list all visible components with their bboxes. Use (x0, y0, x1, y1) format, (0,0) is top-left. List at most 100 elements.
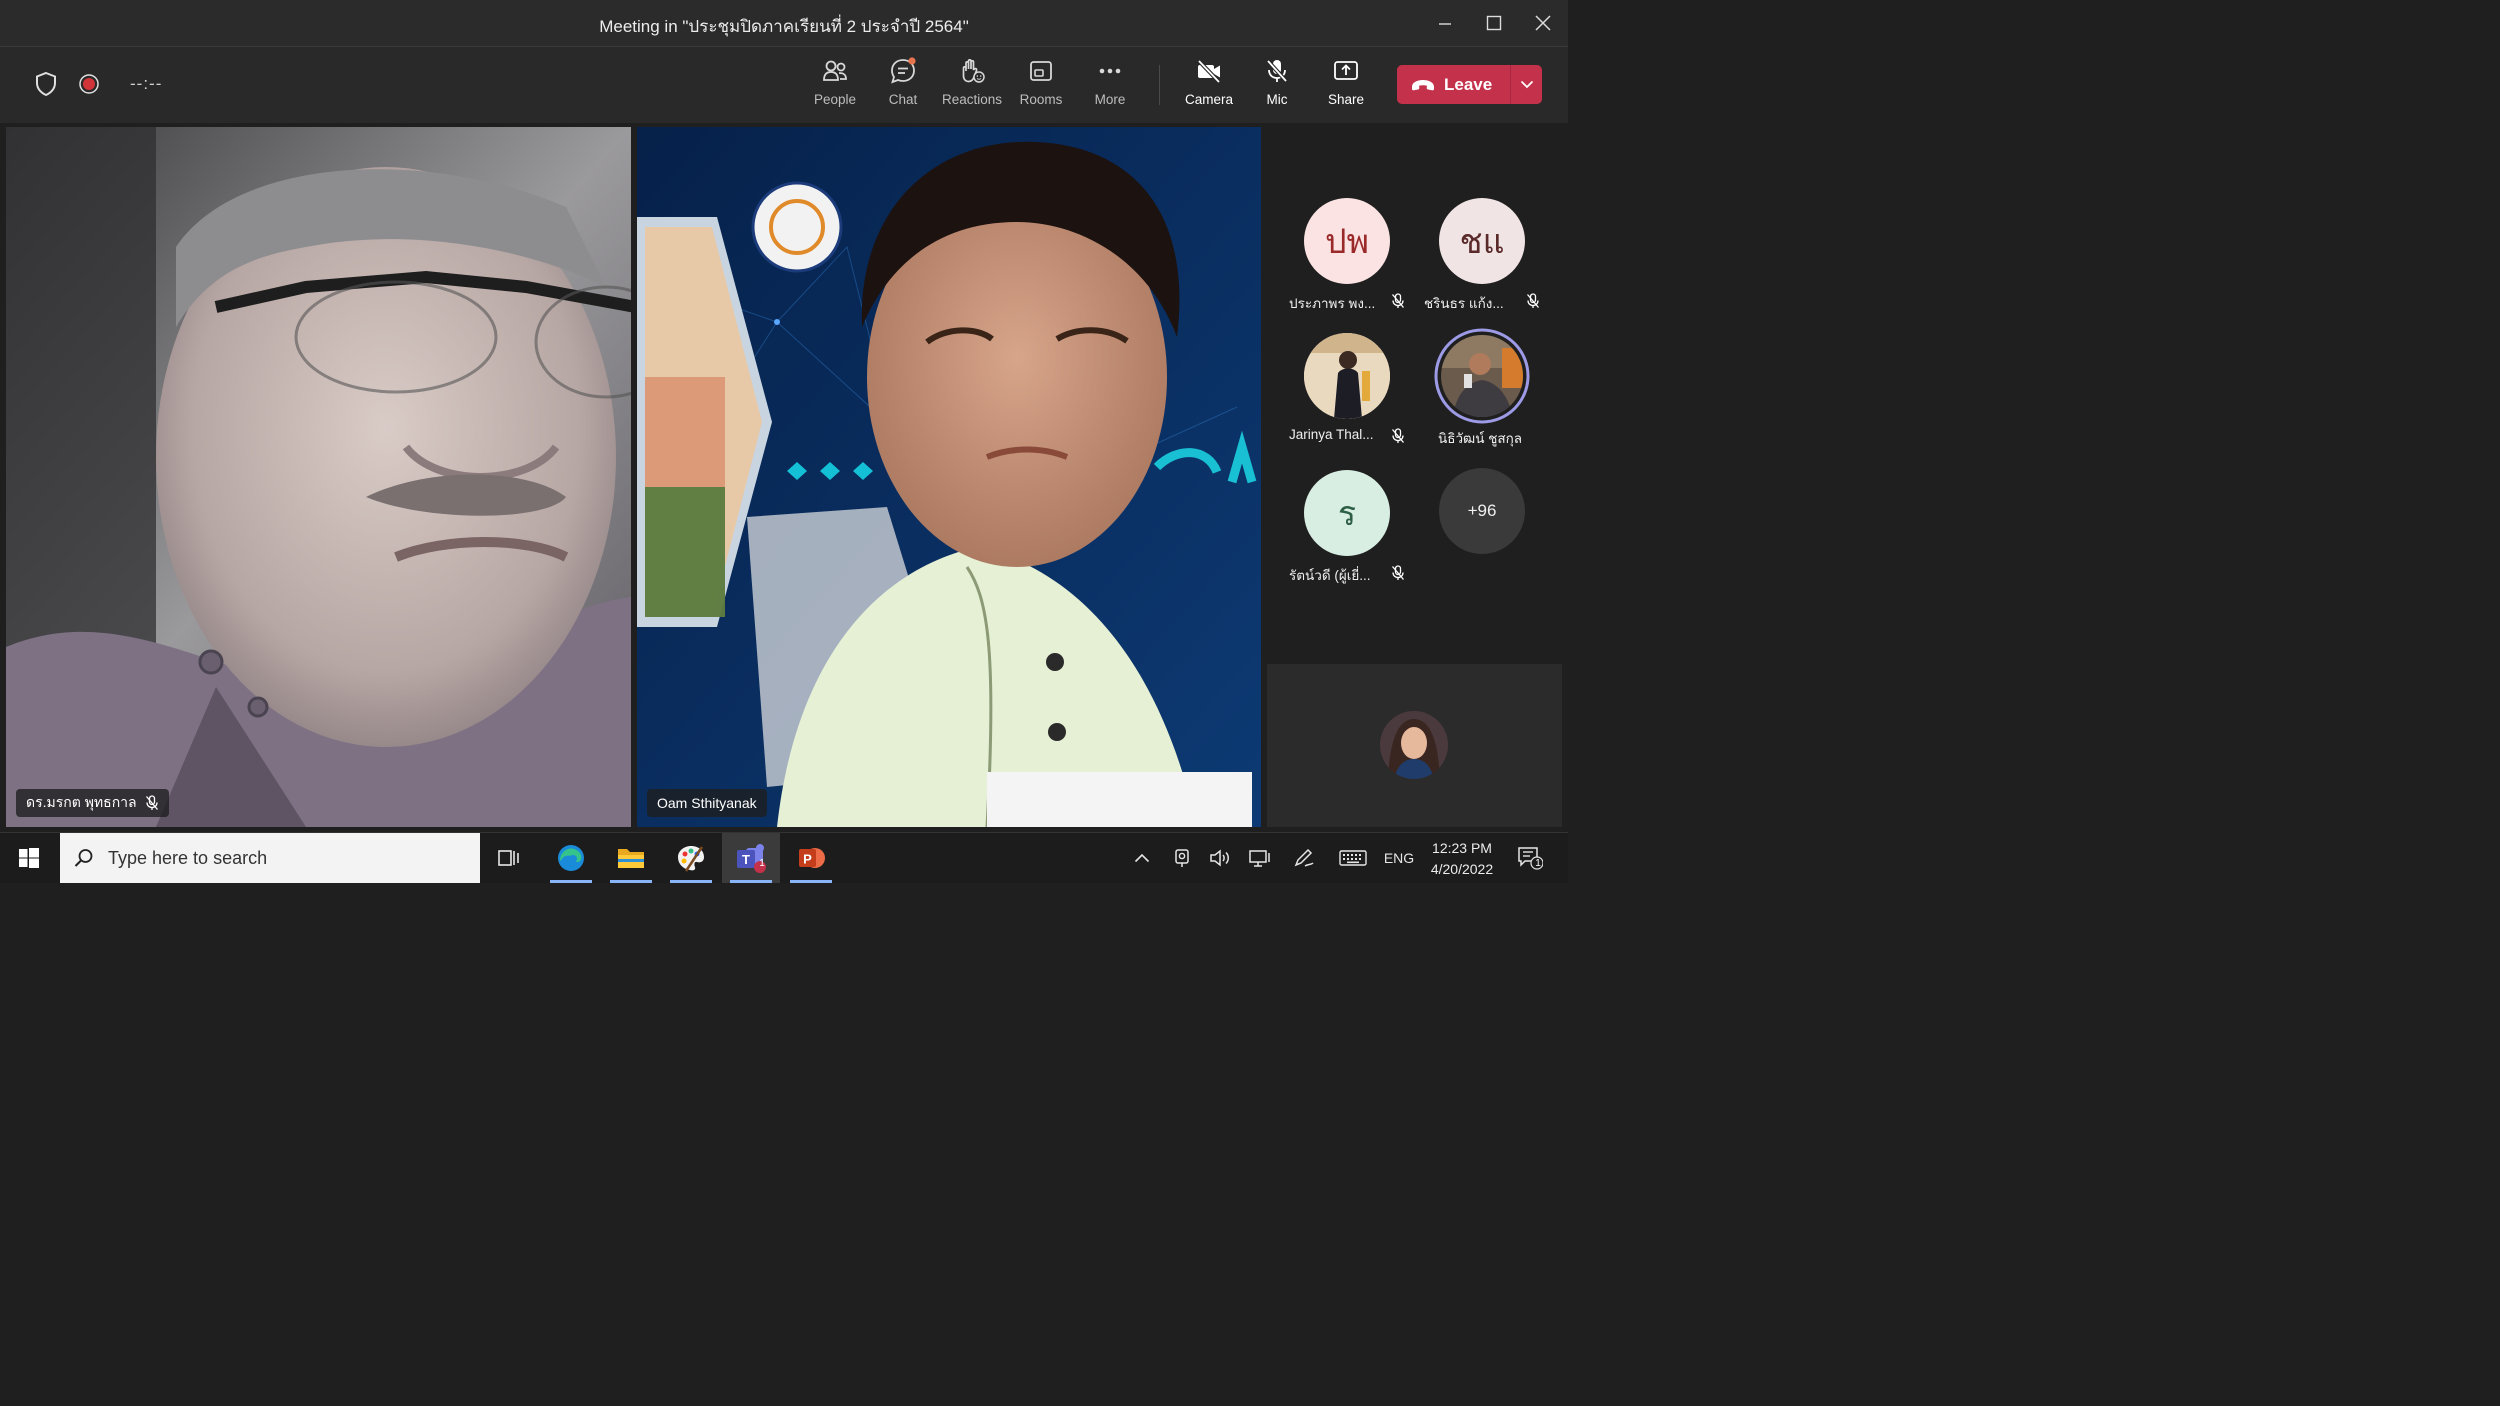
camera-off-icon (1197, 59, 1221, 84)
participant-name-tag-1: ดร.มรกต พุทธกาล (16, 789, 169, 817)
speaking-ring (1434, 328, 1530, 424)
hang-up-icon (1412, 79, 1434, 90)
video-tile-2[interactable]: Oam Sthityanak (637, 127, 1261, 827)
windows-logo-icon (19, 848, 39, 868)
task-view-icon (498, 850, 519, 866)
start-button[interactable] (0, 833, 58, 883)
chevron-up-icon (1134, 853, 1150, 863)
participant-tile-speaking[interactable]: นิธิวัฒน์ ชูสกุล (1406, 328, 1540, 459)
overflow-avatar: +96 (1439, 468, 1525, 554)
avatar: ร (1304, 470, 1390, 556)
meet-now-button[interactable] (1168, 833, 1196, 883)
pen-workspace-button[interactable] (1290, 833, 1318, 883)
people-icon (823, 60, 847, 81)
more-button[interactable]: More (1076, 57, 1144, 115)
participant-tile[interactable]: ร รัตน์วดี (ผู้เยี่... (1271, 470, 1405, 596)
more-icon (1099, 68, 1121, 74)
paint-palette-icon (678, 846, 704, 872)
show-hidden-icons-button[interactable] (1128, 833, 1156, 883)
close-window-button[interactable] (1521, 8, 1565, 38)
clock-time: 12:23 PM (1432, 840, 1492, 856)
mic-muted-icon (145, 795, 158, 810)
meeting-toolbar: --:-- People Chat Reactions Rooms More C… (0, 47, 1568, 123)
chat-button[interactable]: Chat (869, 57, 937, 115)
maximize-icon (1486, 15, 1502, 31)
pen-icon (1294, 848, 1314, 867)
shield-icon[interactable] (34, 71, 58, 97)
people-button[interactable]: People (801, 57, 869, 115)
share-screen-icon (1334, 61, 1358, 80)
network-monitor-icon (1249, 850, 1270, 867)
leave-button[interactable]: Leave (1397, 65, 1510, 104)
reactions-button[interactable]: Reactions (938, 57, 1006, 115)
raise-hand-icon (962, 59, 985, 83)
task-view-button[interactable] (480, 833, 538, 883)
participant-tile[interactable]: ปพ ประภาพร พง... (1271, 198, 1405, 324)
participant-name: นิธิวัฒน์ ชูสกุล (1438, 431, 1523, 446)
participant-tile[interactable]: ชแ ชรินธร แก้ง... (1406, 198, 1540, 324)
paint-app-button[interactable] (662, 833, 720, 883)
breakout-rooms-icon (1030, 61, 1052, 81)
svg-text:P: P (803, 852, 812, 867)
more-participants-button[interactable]: +96 (1406, 468, 1540, 594)
powerpoint-icon: P (799, 848, 825, 868)
search-icon (74, 849, 93, 867)
mic-button[interactable]: Mic (1243, 57, 1311, 115)
mic-muted-icon (1527, 293, 1539, 308)
camera-button[interactable]: Camera (1175, 57, 1243, 115)
share-button[interactable]: Share (1312, 57, 1380, 115)
leave-options-button[interactable] (1511, 80, 1542, 89)
avatar: ปพ (1304, 198, 1390, 284)
mic-muted-icon (1392, 565, 1404, 580)
input-language: ENG (1383, 850, 1415, 866)
meeting-info: --:-- (34, 71, 162, 97)
chevron-down-icon (1520, 80, 1533, 89)
camera-label: Camera (1184, 92, 1233, 107)
network-button[interactable] (1246, 833, 1274, 883)
rooms-button[interactable]: Rooms (1007, 57, 1075, 115)
svg-text:T: T (742, 852, 750, 867)
edge-app-button[interactable] (542, 833, 600, 883)
teams-notification-badge: 1 (759, 858, 765, 869)
touch-keyboard-button[interactable] (1336, 833, 1370, 883)
teams-app-button[interactable]: T 1 (722, 833, 780, 883)
notifications-button[interactable]: 1 (1512, 833, 1548, 883)
chat-icon (891, 57, 916, 84)
search-placeholder: Type here to search (108, 847, 268, 868)
leave-control: Leave (1397, 65, 1542, 104)
participant-video-1 (6, 127, 631, 827)
input-language-button[interactable]: ENG (1378, 833, 1420, 883)
taskbar-search-box[interactable]: Type here to search (60, 833, 480, 883)
file-explorer-button[interactable] (602, 833, 660, 883)
minimize-button[interactable] (1423, 8, 1467, 38)
close-icon (1535, 15, 1551, 31)
participant-name: ดร.มรกต พุทธกาล (26, 794, 137, 810)
avatar: ชแ (1439, 198, 1525, 284)
profile-photo (1380, 711, 1448, 779)
volume-button[interactable] (1206, 833, 1234, 883)
windows-taskbar: Type here to search T 1 P ENG 12:23 PM 4… (0, 832, 1568, 883)
participant-name-tag-2: Oam Sthityanak (647, 789, 767, 817)
edge-icon (558, 845, 584, 871)
speaker-icon (1210, 849, 1229, 867)
powerpoint-app-button[interactable]: P (782, 833, 840, 883)
avatar-initials: ร (1337, 494, 1357, 534)
share-label: Share (1327, 92, 1365, 107)
self-view[interactable] (1267, 664, 1562, 827)
chat-label: Chat (888, 92, 918, 107)
participant-name: Oam Sthityanak (657, 795, 757, 811)
more-label: More (1094, 92, 1126, 107)
maximize-button[interactable] (1472, 8, 1516, 38)
participant-tile[interactable]: Jarinya Thal... (1271, 333, 1405, 459)
toolbar-separator (1159, 65, 1160, 105)
recording-icon (79, 74, 99, 94)
self-avatar (1380, 711, 1448, 779)
mic-muted-icon (1392, 293, 1404, 308)
video-tile-1[interactable]: ดร.มรกต พุทธกาล (6, 127, 631, 827)
profile-photo (1304, 333, 1390, 419)
leave-label: Leave (1444, 74, 1493, 94)
participant-gallery: ปพ ประภาพร พง... ชแ ชรินธร แก้ง... Jarin… (1267, 127, 1562, 662)
clock-date: 4/20/2022 (1430, 861, 1494, 877)
folder-icon (618, 849, 644, 868)
taskbar-clock[interactable]: 12:23 PM 4/20/2022 (1420, 838, 1504, 880)
